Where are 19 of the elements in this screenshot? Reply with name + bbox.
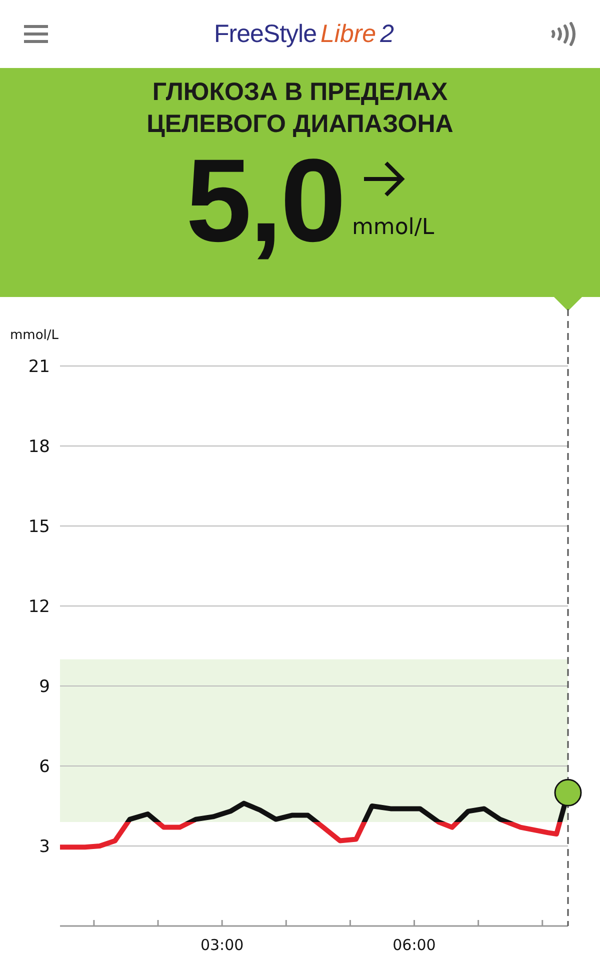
y-axis-label: 3 xyxy=(39,837,50,857)
y-axis-label: 12 xyxy=(28,597,50,617)
y-axis-label: 9 xyxy=(39,677,50,697)
brand-logo-text: FreeStyle xyxy=(214,20,316,48)
glucose-status-message: ГЛЮКОЗА В ПРЕДЕЛАХ ЦЕЛЕВОГО ДИАПАЗОНА xyxy=(146,77,454,140)
current-reading-dot xyxy=(554,778,582,806)
x-axis-label: 06:00 xyxy=(392,936,436,954)
y-axis-label: 6 xyxy=(39,757,50,777)
y-axis-label: 18 xyxy=(28,437,50,457)
glucose-reading: 5,0 xyxy=(186,142,344,260)
nfc-signal-icon[interactable] xyxy=(550,22,576,46)
y-axis-label: 15 xyxy=(28,517,50,537)
axis-unit-label: mmol/L xyxy=(10,328,59,343)
product-logo-text: Libre xyxy=(320,20,376,48)
menu-icon[interactable] xyxy=(24,24,48,44)
x-axis-label: 03:00 xyxy=(200,936,244,954)
y-axis-label: 21 xyxy=(28,357,50,377)
version-logo-text: 2 xyxy=(380,20,394,48)
unit-label: mmol/L xyxy=(352,215,434,240)
